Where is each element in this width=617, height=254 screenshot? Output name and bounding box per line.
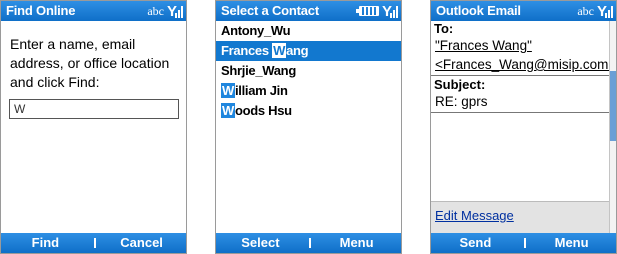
status-icons: abc Y: [147, 2, 183, 20]
divider: [431, 112, 611, 113]
signal-strength-icon: Y: [167, 4, 183, 19]
title-bar: Find Online abc Y: [1, 1, 186, 21]
contact-item[interactable]: Woods Hsu: [216, 101, 401, 121]
search-input[interactable]: [10, 100, 178, 118]
contact-item[interactable]: Shrjie_Wang: [216, 61, 401, 81]
contact-name: Shrjie_Wang: [221, 63, 296, 78]
contact-item-selected[interactable]: Frances Wang: [216, 41, 401, 61]
softkey-bar: Find Cancel: [1, 233, 186, 253]
find-online-screen: Find Online abc Y Enter a name, email ad…: [0, 0, 187, 254]
signal-strength-icon: Y: [382, 4, 398, 19]
cancel-softkey[interactable]: Cancel: [97, 235, 186, 250]
scrollbar-thumb[interactable]: [610, 71, 616, 141]
contact-name-prefix: Frances: [221, 43, 273, 58]
find-softkey[interactable]: Find: [1, 235, 90, 250]
search-field[interactable]: [9, 99, 179, 119]
contact-list: Antony_Wu Frances Wang Shrjie_Wang Willi…: [216, 21, 401, 121]
contact-item[interactable]: Antony_Wu: [216, 21, 401, 41]
contact-name-suffix: oods Hsu: [234, 103, 292, 118]
menu-softkey[interactable]: Menu: [312, 235, 401, 250]
edit-message-link[interactable]: Edit Message: [435, 208, 514, 223]
subject-label: Subject:: [434, 77, 486, 92]
match-highlight: W: [272, 43, 287, 58]
softkey-divider: [523, 238, 526, 248]
status-icons: Y: [356, 2, 398, 20]
subject-field[interactable]: RE: gprs: [431, 92, 611, 111]
recipient-email[interactable]: <Frances_Wang@misip.com>: [431, 55, 616, 74]
title-bar: Select a Contact Y: [216, 1, 401, 21]
contact-name: Antony_Wu: [221, 23, 291, 38]
screen-title: Select a Contact: [221, 3, 319, 18]
send-softkey[interactable]: Send: [431, 235, 520, 250]
find-instructions: Enter a name, email address, or office l…: [10, 36, 170, 90]
match-highlight: W: [221, 83, 235, 98]
softkey-bar: Send Menu: [431, 233, 616, 253]
to-label: To:: [434, 21, 454, 36]
contact-item[interactable]: William Jin: [216, 81, 401, 101]
softkey-divider: [93, 238, 96, 248]
recipient-name[interactable]: "Frances Wang": [431, 36, 611, 55]
softkey-bar: Select Menu: [216, 233, 401, 253]
menu-softkey[interactable]: Menu: [527, 235, 616, 250]
outlook-email-screen: Outlook Email abc Y To: "Frances Wang" <…: [430, 0, 617, 254]
status-icons: abc Y: [577, 2, 613, 20]
input-mode-indicator: abc: [147, 3, 164, 18]
select-contact-screen: Select a Contact Y Antony_Wu Frances Wan…: [215, 0, 402, 254]
title-bar: Outlook Email abc Y: [431, 1, 616, 21]
contact-name-suffix: ang: [286, 43, 309, 58]
divider: [431, 75, 611, 76]
softkey-divider: [308, 238, 311, 248]
match-highlight: W: [221, 103, 235, 118]
signal-strength-icon: Y: [597, 4, 613, 19]
scrollbar[interactable]: [609, 21, 616, 235]
input-mode-indicator: abc: [577, 3, 594, 18]
select-softkey[interactable]: Select: [216, 235, 305, 250]
email-compose-form: To: "Frances Wang" <Frances_Wang@misip.c…: [431, 21, 616, 114]
battery-icon: [356, 6, 379, 16]
message-body-area[interactable]: Edit Message: [431, 201, 611, 236]
contact-name-suffix: illiam Jin: [234, 83, 288, 98]
screen-title: Find Online: [6, 3, 76, 18]
screen-title: Outlook Email: [436, 3, 521, 18]
